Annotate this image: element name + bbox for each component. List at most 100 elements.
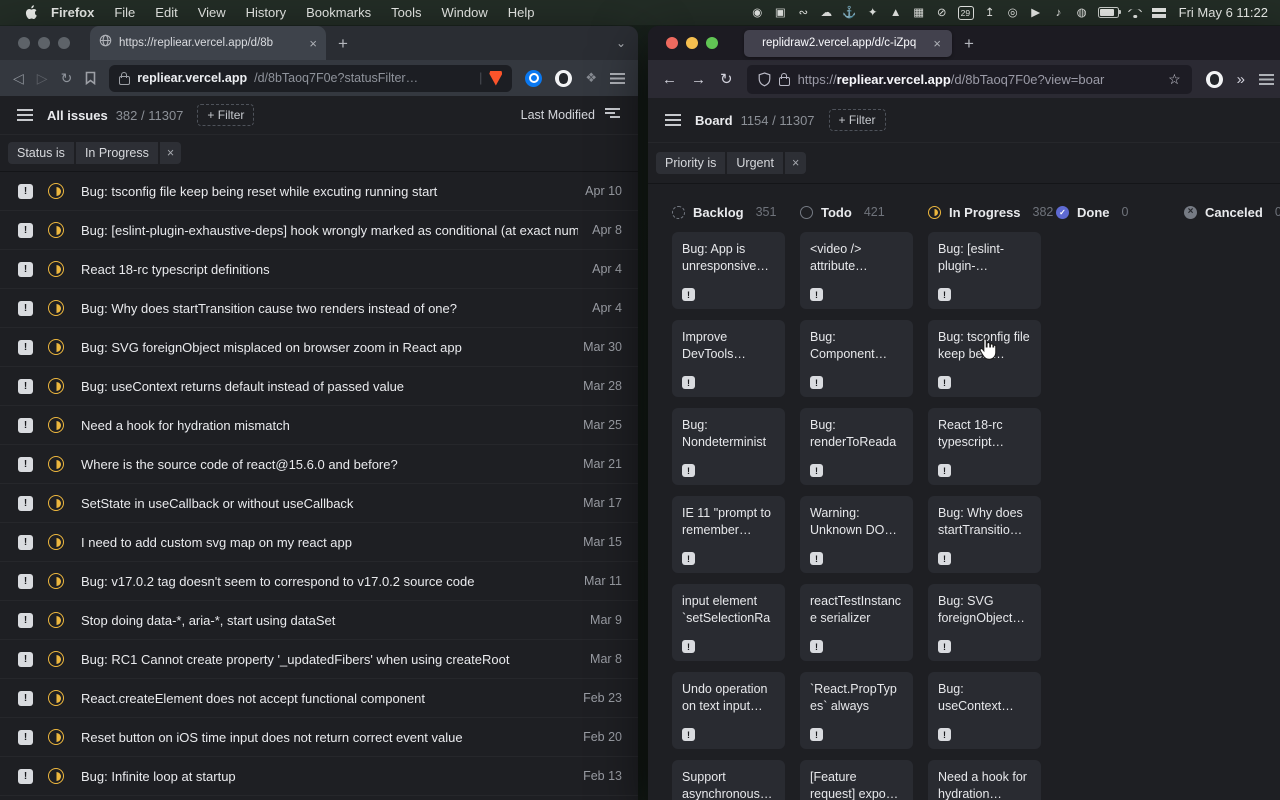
board-card[interactable]: Bug: [eslint-plugin-… [928,232,1041,309]
status-in-progress-icon[interactable] [48,495,64,511]
dropbox-icon[interactable]: ✦ [866,6,880,20]
priority-urgent-icon[interactable] [18,691,33,706]
status-in-progress-icon[interactable] [48,690,64,706]
screen-mirroring-icon[interactable]: ▣ [773,6,787,20]
status-in-progress-icon[interactable] [48,534,64,550]
issue-row[interactable]: Bug: [eslint-plugin-exhaustive-deps] hoo… [0,211,638,250]
notification-icon[interactable]: ◍ [1075,6,1089,20]
status-in-progress-icon[interactable] [48,378,64,394]
issue-row[interactable]: [DevTools Bug] Unsupported Bridge operat… [0,796,638,800]
priority-urgent-icon[interactable] [682,464,695,477]
bookmark-icon[interactable] [85,71,96,85]
reload-icon[interactable]: ↻ [61,70,73,87]
priority-urgent-icon[interactable] [810,376,823,389]
issue-row[interactable]: SetState in useCallback or without useCa… [0,484,638,523]
priority-urgent-icon[interactable] [938,376,951,389]
priority-urgent-icon[interactable] [682,552,695,565]
issue-row[interactable]: React.createElement does not accept func… [0,679,638,718]
back-icon[interactable]: ◁ [13,70,24,87]
board-card[interactable]: Bug: useContext… [928,672,1041,749]
widgets-icon[interactable]: ▦ [912,6,926,20]
forward-icon[interactable]: → [691,71,706,88]
status-in-progress-icon[interactable] [48,768,64,784]
priority-urgent-icon[interactable] [18,769,33,784]
issue-row[interactable]: Bug: Infinite loop at startup Feb 13 [0,757,638,796]
priority-urgent-icon[interactable] [18,379,33,394]
status-filter-chip[interactable]: Status is In Progress × [8,142,181,164]
issue-row[interactable]: Bug: Why does startTransition cause two … [0,289,638,328]
status-in-progress-icon[interactable] [48,300,64,316]
priority-urgent-icon[interactable] [938,728,951,741]
priority-urgent-icon[interactable] [18,262,33,277]
priority-urgent-icon[interactable] [810,552,823,565]
board-card[interactable]: Bug: SVG foreignObject… [928,584,1041,661]
status-in-progress-icon[interactable] [48,651,64,667]
board-card[interactable]: Bug: App is unresponsive… [672,232,785,309]
priority-urgent-icon[interactable] [810,728,823,741]
board-card[interactable]: <video /> attribute… [800,232,913,309]
priority-urgent-icon[interactable] [810,464,823,477]
issue-row[interactable]: Bug: useContext returns default instead … [0,367,638,406]
priority-urgent-icon[interactable] [938,640,951,653]
board-card[interactable]: Need a hook for hydration… [928,760,1041,800]
extensions-puzzle-icon[interactable]: ❖ [585,70,597,86]
sort-control[interactable]: Last Modified [521,106,621,124]
menu-edit[interactable]: Edit [145,5,187,20]
board-card[interactable]: IE 11 "prompt to remember… [672,496,785,573]
new-tab-button[interactable]: + [964,35,974,52]
priority-urgent-icon[interactable] [18,535,33,550]
wifi-icon[interactable] [1128,7,1143,18]
board-card[interactable]: Bug: Why does startTransitio… [928,496,1041,573]
board-card[interactable]: Undo operation on text input… [672,672,785,749]
github-extension-icon[interactable] [555,70,572,87]
priority-urgent-icon[interactable] [938,464,951,477]
issue-row[interactable]: React 18-rc typescript definitions Apr 4 [0,250,638,289]
board-card[interactable]: input element `setSelectionRa [672,584,785,661]
add-filter-button[interactable]: + Filter [197,104,254,126]
board-card[interactable]: Improve DevTools… [672,320,785,397]
app-menu-icon[interactable] [17,109,33,121]
priority-urgent-icon[interactable] [18,574,33,589]
add-filter-button[interactable]: + Filter [829,109,886,131]
cloud-icon[interactable]: ☁ [819,6,833,20]
issue-row[interactable]: I need to add custom svg map on my react… [0,523,638,562]
menu-firefox[interactable]: Firefox [41,5,104,20]
new-tab-button[interactable]: + [338,35,348,52]
menu-history[interactable]: History [236,5,296,20]
status-in-progress-icon[interactable] [48,183,64,199]
chip-close-icon[interactable]: × [785,152,806,174]
bookmark-star-icon[interactable]: ☆ [1168,71,1181,88]
priority-urgent-icon[interactable] [18,418,33,433]
status-in-progress-icon[interactable] [48,261,64,277]
priority-urgent-icon[interactable] [18,301,33,316]
close-button[interactable] [666,37,678,49]
menu-bookmarks[interactable]: Bookmarks [296,5,381,20]
status-in-progress-icon[interactable] [48,339,64,355]
menu-tools[interactable]: Tools [381,5,431,20]
status-in-progress-icon[interactable] [48,573,64,589]
url-bar[interactable]: https:// repliear.vercel.app /d/8bTaoq7F… [747,65,1192,94]
priority-urgent-icon[interactable] [682,376,695,389]
url-bar[interactable]: repliear.vercel.app /d/8bTaoq7F0e?status… [109,65,512,92]
priority-urgent-icon[interactable] [938,288,951,301]
menu-file[interactable]: File [104,5,145,20]
onepassword-extension-icon[interactable] [525,70,542,87]
priority-urgent-icon[interactable] [18,184,33,199]
issue-row[interactable]: Stop doing data-*, aria-*, start using d… [0,601,638,640]
board-card[interactable]: [Feature request] expo… [800,760,913,800]
status-in-progress-icon[interactable] [48,612,64,628]
browser-menu-icon[interactable] [610,73,625,84]
issue-row[interactable]: Bug: RC1 Cannot create property '_update… [0,640,638,679]
zoom-button[interactable] [706,37,718,49]
menu-window[interactable]: Window [432,5,498,20]
priority-urgent-icon[interactable] [18,613,33,628]
app-menu-icon[interactable] [665,114,681,126]
priority-urgent-icon[interactable] [18,223,33,238]
board-card[interactable]: Bug: Nondeterminist… [672,408,785,485]
status-in-progress-icon[interactable] [48,222,64,238]
priority-urgent-icon[interactable] [682,728,695,741]
board-card[interactable]: Support asynchronous… [672,760,785,800]
forward-icon[interactable]: ▷ [37,70,48,87]
tab-close-icon[interactable]: × [309,36,317,51]
left-browser-tab[interactable]: https://repliear.vercel.app/d/8b × [90,26,326,60]
